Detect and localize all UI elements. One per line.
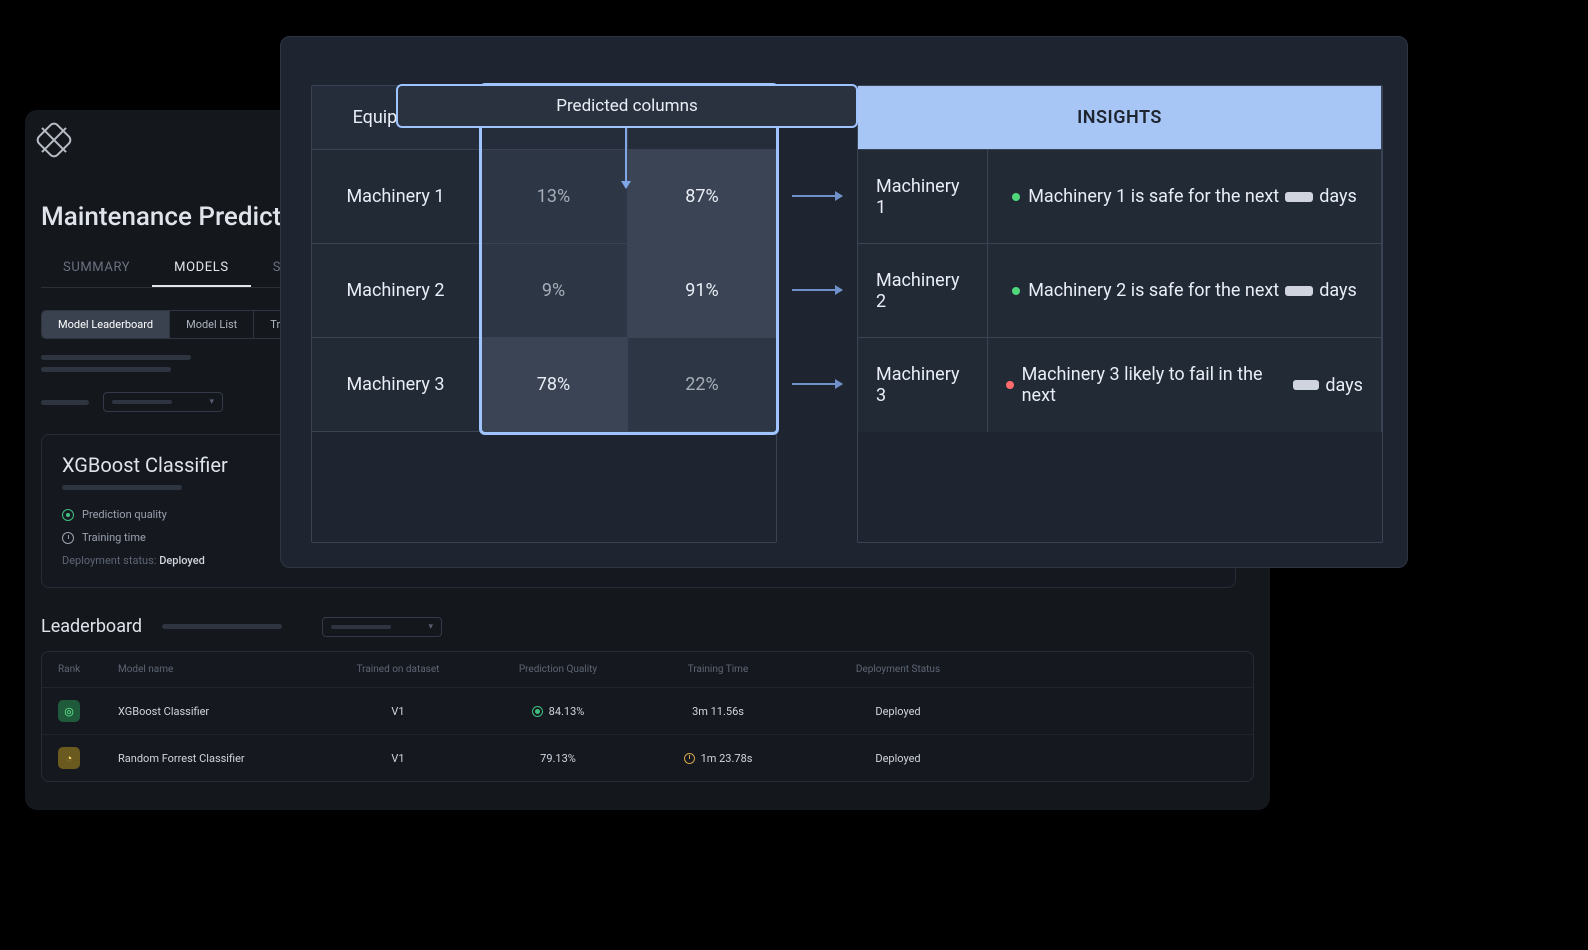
secondary-tabs: Model Leaderboard Model List Tr: [41, 310, 297, 339]
cell-pq: 84.13%: [549, 705, 585, 718]
rank-badge-icon: ◔: [58, 747, 80, 769]
cell-dataset: V1: [318, 752, 478, 765]
deployment-label: Deployment status:: [62, 554, 156, 567]
table-row[interactable]: ◔ Random Forrest Classifier V1 79.13% 1m…: [42, 735, 1253, 781]
col-tt: Training Time: [638, 664, 798, 675]
page-title: Maintenance Prediction: [41, 202, 317, 232]
leaderboard-table: Rank Model name Trained on dataset Predi…: [41, 651, 1254, 782]
cell-model: Random Forrest Classifier: [118, 752, 318, 765]
insight-text: Machinery 2 is safe for the next days: [988, 244, 1382, 338]
cell-tt: 3m 11.56s: [638, 705, 798, 718]
card-subtitle-placeholder: [62, 485, 182, 490]
blank-placeholder: [1293, 380, 1320, 390]
cell-equipment: Machinery 3: [312, 338, 480, 432]
dot-green-icon: [1012, 193, 1020, 201]
cell-maintenance: 78%: [480, 338, 628, 432]
predicted-columns-label: Predicted columns: [396, 84, 858, 128]
subtab-leaderboard[interactable]: Model Leaderboard: [42, 311, 170, 338]
clock-icon: [684, 753, 695, 764]
prediction-table: Equipment Maintenance Safe Machinery 1 1…: [311, 85, 777, 543]
dot-green-icon: [1012, 287, 1020, 295]
cell-pq: 79.13%: [478, 752, 638, 765]
deployment-value: Deployed: [159, 554, 205, 567]
target-icon: [62, 509, 74, 521]
insight-equipment: Machinery 1: [858, 150, 988, 244]
col-pq: Prediction Quality: [478, 664, 638, 675]
insight-equipment: Machinery 2: [858, 244, 988, 338]
arrow-right-icon: [792, 195, 842, 197]
insights-header: INSIGHTS: [858, 86, 1382, 150]
table-row[interactable]: ◎ XGBoost Classifier V1 84.13% 3m 11.56s…: [42, 688, 1253, 735]
tab-summary[interactable]: SUMMARY: [41, 250, 152, 287]
table-header-row: Rank Model name Trained on dataset Predi…: [42, 652, 1253, 688]
col-status: Deployment Status: [798, 664, 998, 675]
col-rank: Rank: [58, 664, 118, 675]
dot-red-icon: [1006, 381, 1014, 389]
cell-equipment: Machinery 2: [312, 244, 480, 338]
insight-text: Machinery 3 likely to fail in the next d…: [988, 338, 1382, 432]
primary-tabs: SUMMARY MODELS SETTI: [41, 250, 321, 288]
rank-badge-icon: ◎: [58, 700, 80, 722]
cell-maintenance: 9%: [480, 244, 628, 338]
cell-maintenance: 13%: [480, 150, 628, 244]
arrow-column: [777, 85, 857, 543]
col-model: Model name: [118, 664, 318, 675]
insight-text: Machinery 1 is safe for the next days: [988, 150, 1382, 244]
insights-table: INSIGHTS Machinery 1 Machinery 1 is safe…: [857, 85, 1383, 543]
cell-safe: 22%: [628, 338, 776, 432]
leaderboard-heading: Leaderboard: [41, 616, 142, 637]
leaderboard-subtitle-placeholder: [162, 624, 282, 629]
cell-equipment: Machinery 1: [312, 150, 480, 244]
cell-status: Deployed: [798, 705, 998, 718]
cell-tt: 1m 23.78s: [701, 752, 753, 765]
cell-safe: 91%: [628, 244, 776, 338]
arrow-right-icon: [792, 289, 842, 291]
cell-status: Deployed: [798, 752, 998, 765]
blank-placeholder: [1285, 192, 1313, 202]
filter-label: [41, 400, 89, 405]
training-time-label: Training time: [82, 531, 146, 544]
col-dataset: Trained on dataset: [318, 664, 478, 675]
arrow-right-icon: [792, 383, 842, 385]
leaderboard-dropdown[interactable]: [322, 617, 442, 637]
cell-dataset: V1: [318, 705, 478, 718]
blank-placeholder: [1285, 286, 1313, 296]
prediction-quality-label: Prediction quality: [82, 508, 167, 521]
arrow-down-icon: [625, 128, 627, 188]
cell-model: XGBoost Classifier: [118, 705, 318, 718]
insight-equipment: Machinery 3: [858, 338, 988, 432]
filter-dropdown[interactable]: [103, 392, 223, 412]
tab-models[interactable]: MODELS: [152, 250, 251, 287]
target-icon: [532, 706, 543, 717]
clock-icon: [62, 532, 74, 544]
cell-safe: 87%: [628, 150, 776, 244]
subtab-model-list[interactable]: Model List: [170, 311, 254, 338]
